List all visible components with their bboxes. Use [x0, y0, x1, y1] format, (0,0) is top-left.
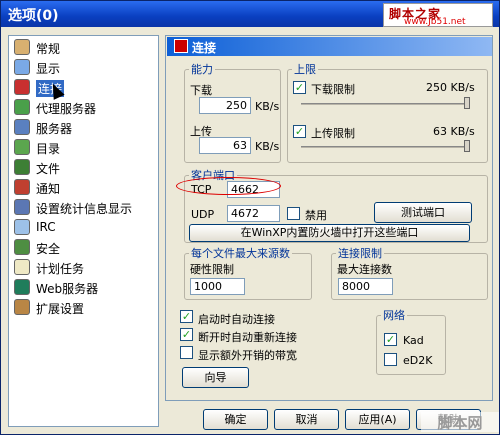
max-connections-label: 最大连接数	[337, 263, 392, 276]
test-port-button[interactable]: 测试端口	[374, 202, 472, 223]
sidebar-item-label: 目录	[36, 142, 61, 156]
cancel-button[interactable]: 取消	[274, 409, 339, 430]
download-capacity-label: 下载	[190, 84, 212, 97]
wizard-button[interactable]: 向导	[182, 367, 249, 388]
kad-checkbox[interactable]: ✓	[384, 333, 397, 346]
sidebar-item-label: IRC	[36, 220, 56, 234]
connection-icon	[14, 79, 30, 95]
sidebar-item-server[interactable]: 服务器	[14, 118, 154, 136]
sidebar-item-label: 扩展设置	[36, 302, 85, 316]
hard-limit-label: 硬性限制	[190, 263, 234, 276]
server-icon	[14, 119, 30, 135]
watermark-bottom: 脚本网	[421, 412, 499, 432]
max-sources-legend: 每个文件最大来源数	[191, 247, 290, 260]
sidebar-item-extended[interactable]: 扩展设置	[14, 298, 154, 316]
upload-limit-value: 63 KB/s	[433, 125, 475, 138]
sidebar-item-label: 服务器	[36, 122, 73, 136]
disable-udp-checkbox[interactable]	[287, 207, 300, 220]
upload-unit: KB/s	[255, 140, 280, 153]
title-bar[interactable]: 选项(0) 脚本之家 www.Jb51.net	[1, 1, 499, 27]
sidebar-item-scheduler[interactable]: 计划任务	[14, 258, 154, 276]
security-icon	[14, 239, 30, 255]
sidebar-item-label: 通知	[36, 182, 61, 196]
max-connections-input[interactable]: 8000	[338, 278, 393, 295]
upload-limit-label: 上传限制	[311, 127, 355, 140]
tcp-highlight-ellipse	[176, 177, 281, 195]
sidebar-item-security[interactable]: 安全	[14, 238, 154, 256]
irc-icon	[14, 219, 30, 235]
sidebar-item-web-server[interactable]: Web服务器	[14, 278, 154, 296]
proxy-icon	[14, 99, 30, 115]
download-unit: KB/s	[255, 100, 280, 113]
panel-title: 连接	[192, 41, 217, 55]
sidebar-item-proxy[interactable]: 代理服务器	[14, 98, 154, 116]
sidebar-item-label: 计划任务	[36, 262, 85, 276]
sidebar-item-notifications[interactable]: 通知	[14, 178, 154, 196]
sidebar-item-label: 代理服务器	[36, 102, 97, 116]
hard-limit-input[interactable]: 1000	[190, 278, 245, 295]
upload-capacity-input[interactable]: 63	[199, 137, 251, 154]
sidebar-item-label: 常规	[36, 42, 61, 56]
download-limit-label: 下载限制	[311, 83, 355, 96]
download-limit-slider[interactable]	[301, 103, 469, 105]
sidebar-item-statistics[interactable]: 设置统计信息显示	[14, 198, 154, 216]
udp-port-input[interactable]: 4672	[227, 205, 280, 222]
capacity-legend: 能力	[191, 63, 213, 76]
ok-button[interactable]: 确定	[203, 409, 268, 430]
firewall-ports-button[interactable]: 在WinXP内置防火墙中打开这些端口	[189, 224, 470, 242]
download-limit-checkbox[interactable]: ✓	[293, 81, 306, 94]
udp-label: UDP	[191, 208, 215, 221]
upload-limit-slider[interactable]	[301, 146, 469, 148]
options-window: 选项(0) 脚本之家 www.Jb51.net 常规 显示 连接 代理服务器 服…	[0, 0, 500, 435]
upload-limit-checkbox[interactable]: ✓	[293, 125, 306, 138]
file-icon	[14, 159, 30, 175]
monitor-icon	[14, 59, 30, 75]
disable-udp-label: 禁用	[305, 209, 327, 222]
ed2k-label: eD2K	[403, 354, 433, 367]
sidebar-item-label: 安全	[36, 242, 61, 256]
network-legend: 网络	[383, 309, 405, 322]
auto-connect-label: 启动时自动连接	[198, 313, 275, 326]
window-title: 选项(0)	[8, 8, 59, 24]
extensions-icon	[14, 299, 30, 315]
calendar-icon	[14, 259, 30, 275]
sidebar-item-irc[interactable]: IRC	[14, 218, 154, 236]
download-slider-handle[interactable]	[464, 97, 470, 109]
kad-label: Kad	[403, 334, 424, 347]
upload-slider-handle[interactable]	[464, 140, 470, 152]
apply-button[interactable]: 应用(A)	[345, 409, 410, 430]
watermark-top: 脚本之家 www.Jb51.net	[383, 3, 493, 27]
sidebar-item-directories[interactable]: 目录	[14, 138, 154, 156]
auto-reconnect-checkbox[interactable]: ✓	[180, 328, 193, 341]
notification-icon	[14, 179, 30, 195]
category-sidebar: 常规 显示 连接 代理服务器 服务器 目录 文件 通知 设置统计信息显示 IRC…	[8, 35, 159, 427]
sidebar-item-label: 设置统计信息显示	[36, 202, 133, 216]
connection-settings-panel: 连接 能力 下载 250 KB/s 上传 63 KB/s 上限 ✓ 下载限制 2…	[165, 35, 493, 401]
sidebar-item-display[interactable]: 显示	[14, 58, 154, 76]
limits-legend: 上限	[294, 63, 316, 76]
stats-icon	[14, 199, 30, 215]
sidebar-item-label: 文件	[36, 162, 61, 176]
tools-icon	[14, 39, 30, 55]
auto-connect-checkbox[interactable]: ✓	[180, 310, 193, 323]
sidebar-item-files[interactable]: 文件	[14, 158, 154, 176]
show-overhead-label: 显示额外开销的带宽	[198, 349, 297, 362]
download-limit-value: 250 KB/s	[426, 81, 475, 94]
sidebar-item-general[interactable]: 常规	[14, 38, 154, 56]
connection-icon	[174, 39, 188, 53]
web-icon	[14, 279, 30, 295]
folder-icon	[14, 139, 30, 155]
auto-reconnect-label: 断开时自动重新连接	[198, 331, 297, 344]
sidebar-item-label: 显示	[36, 62, 61, 76]
sidebar-item-connection[interactable]: 连接	[14, 78, 154, 97]
sidebar-item-label: Web服务器	[36, 282, 99, 296]
panel-header: 连接	[167, 37, 492, 56]
watermark-url: www.Jb51.net	[404, 17, 466, 27]
ed2k-checkbox[interactable]	[384, 353, 397, 366]
show-overhead-checkbox[interactable]	[180, 346, 193, 359]
download-capacity-input[interactable]: 250	[199, 97, 251, 114]
connection-limit-legend: 连接限制	[338, 247, 382, 260]
